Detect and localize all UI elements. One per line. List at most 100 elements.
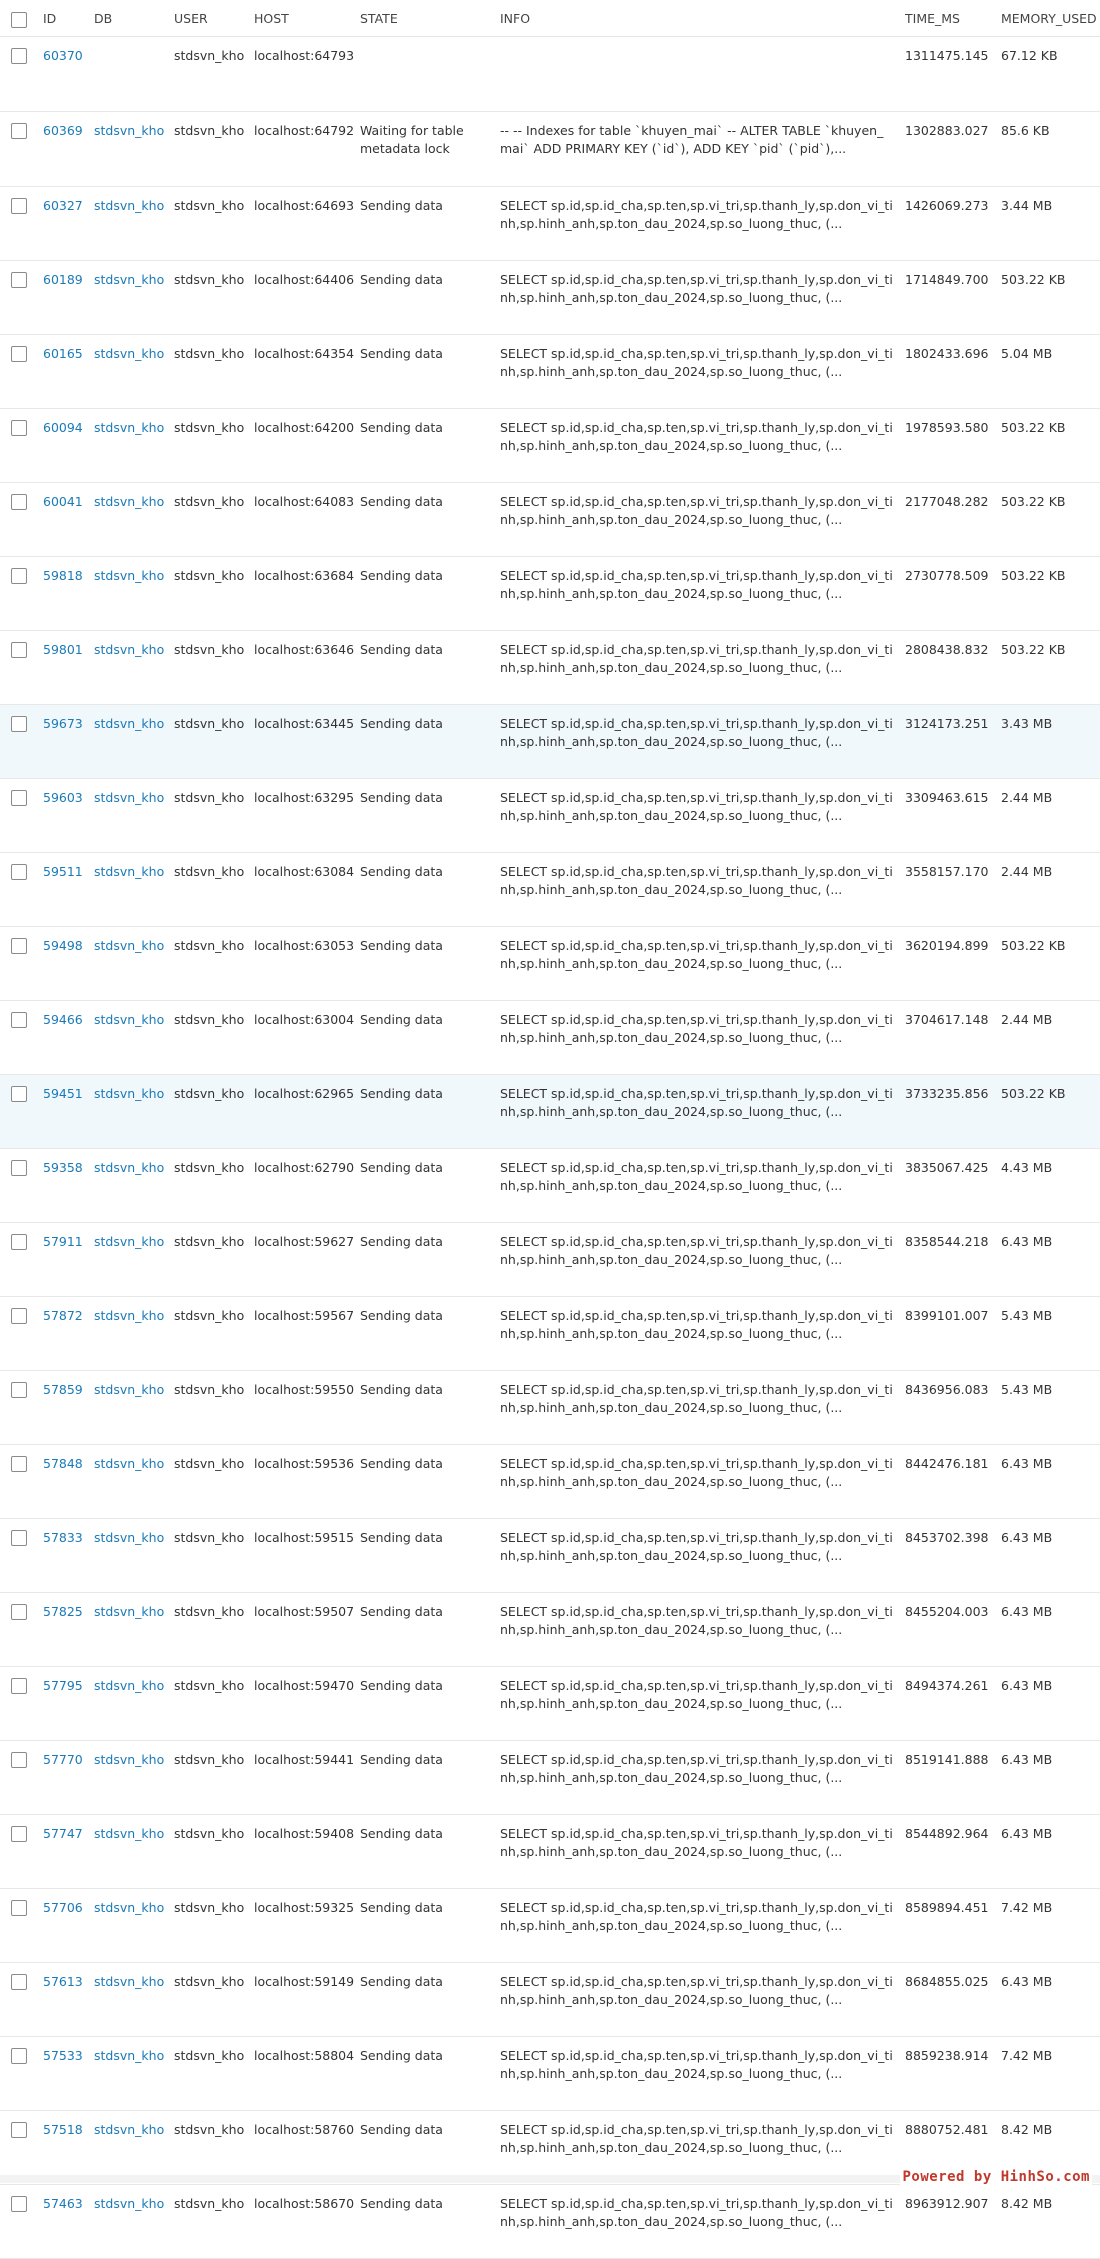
row-checkbox[interactable] — [11, 937, 27, 954]
db-link[interactable]: stdsvn_kho — [94, 1086, 164, 1101]
row-checkbox[interactable] — [11, 1085, 27, 1102]
table-row[interactable]: 57833 stdsvn_kho stdsvn_kho localhost:59515… — [0, 1518, 1100, 1592]
process-id-link[interactable]: 60165 — [43, 346, 83, 361]
db-link[interactable]: stdsvn_kho — [94, 1974, 164, 1989]
process-id-link[interactable]: 60370 — [43, 48, 83, 63]
db-link[interactable]: stdsvn_kho — [94, 272, 164, 287]
row-checkbox[interactable] — [11, 1899, 27, 1916]
table-row[interactable]: 60327 stdsvn_kho stdsvn_kho localhost:64693… — [0, 186, 1100, 260]
table-row[interactable]: 59451 stdsvn_kho stdsvn_kho localhost:62965… — [0, 1074, 1100, 1148]
row-checkbox[interactable] — [11, 715, 27, 732]
table-row[interactable]: 57533 stdsvn_kho stdsvn_kho localhost:58804… — [0, 2036, 1100, 2110]
row-checkbox[interactable] — [11, 1603, 27, 1620]
process-id-link[interactable]: 60369 — [43, 123, 83, 138]
db-link[interactable]: stdsvn_kho — [94, 864, 164, 879]
row-checkbox[interactable] — [11, 1677, 27, 1694]
table-row[interactable]: 57747 stdsvn_kho stdsvn_kho localhost:59408… — [0, 1814, 1100, 1888]
column-header-time[interactable]: TIME_MS — [905, 0, 995, 37]
row-checkbox[interactable] — [11, 1529, 27, 1546]
process-id-link[interactable]: 57533 — [43, 2048, 83, 2063]
column-header-user[interactable]: USER — [174, 0, 254, 37]
row-checkbox[interactable] — [11, 271, 27, 288]
process-id-link[interactable]: 57911 — [43, 1234, 83, 1249]
row-checkbox[interactable] — [11, 2121, 27, 2138]
row-checkbox[interactable] — [11, 1307, 27, 1324]
db-link[interactable]: stdsvn_kho — [94, 2196, 164, 2211]
process-id-link[interactable]: 60041 — [43, 494, 83, 509]
db-link[interactable]: stdsvn_kho — [94, 494, 164, 509]
table-row[interactable]: 57770 stdsvn_kho stdsvn_kho localhost:59441… — [0, 1740, 1100, 1814]
process-id-link[interactable]: 59451 — [43, 1086, 83, 1101]
db-link[interactable]: stdsvn_kho — [94, 1530, 164, 1545]
column-header-id[interactable]: ID — [43, 0, 94, 37]
process-id-link[interactable]: 59818 — [43, 568, 83, 583]
table-row[interactable]: 59603 stdsvn_kho stdsvn_kho localhost:63295… — [0, 778, 1100, 852]
table-row[interactable]: 57613 stdsvn_kho stdsvn_kho localhost:59149… — [0, 1962, 1100, 2036]
db-link[interactable]: stdsvn_kho — [94, 2122, 164, 2137]
table-row[interactable]: 60165 stdsvn_kho stdsvn_kho localhost:64354… — [0, 334, 1100, 408]
process-id-link[interactable]: 57795 — [43, 1678, 83, 1693]
column-header-info[interactable]: INFO — [500, 0, 905, 37]
column-header-host[interactable]: HOST — [254, 0, 360, 37]
table-row[interactable]: 59801 stdsvn_kho stdsvn_kho localhost:63646… — [0, 630, 1100, 704]
row-checkbox[interactable] — [11, 1159, 27, 1176]
row-checkbox[interactable] — [11, 1455, 27, 1472]
process-id-link[interactable]: 59511 — [43, 864, 83, 879]
table-row[interactable]: 60370 stdsvn_kho localhost:64793 1311475.14… — [0, 36, 1100, 111]
db-link[interactable]: stdsvn_kho — [94, 1456, 164, 1471]
row-checkbox[interactable] — [11, 345, 27, 362]
table-row[interactable]: 57859 stdsvn_kho stdsvn_kho localhost:59550… — [0, 1370, 1100, 1444]
row-checkbox[interactable] — [11, 789, 27, 806]
row-checkbox[interactable] — [11, 47, 27, 64]
process-id-link[interactable]: 57825 — [43, 1604, 83, 1619]
row-checkbox[interactable] — [11, 1011, 27, 1028]
db-link[interactable]: stdsvn_kho — [94, 1900, 164, 1915]
db-link[interactable]: stdsvn_kho — [94, 568, 164, 583]
process-id-link[interactable]: 57872 — [43, 1308, 83, 1323]
process-id-link[interactable]: 59801 — [43, 642, 83, 657]
process-id-link[interactable]: 59603 — [43, 790, 83, 805]
row-checkbox[interactable] — [11, 1233, 27, 1250]
db-link[interactable]: stdsvn_kho — [94, 790, 164, 805]
process-id-link[interactable]: 59498 — [43, 938, 83, 953]
process-id-link[interactable]: 60189 — [43, 272, 83, 287]
table-row[interactable]: 60041 stdsvn_kho stdsvn_kho localhost:64083… — [0, 482, 1100, 556]
db-link[interactable]: stdsvn_kho — [94, 1012, 164, 1027]
table-row[interactable]: 59673 stdsvn_kho stdsvn_kho localhost:63445… — [0, 704, 1100, 778]
process-id-link[interactable]: 57463 — [43, 2196, 83, 2211]
db-link[interactable]: stdsvn_kho — [94, 716, 164, 731]
row-checkbox[interactable] — [11, 1825, 27, 1842]
column-header-state[interactable]: STATE — [360, 0, 500, 37]
table-row[interactable]: 57825 stdsvn_kho stdsvn_kho localhost:59507… — [0, 1592, 1100, 1666]
table-row[interactable]: 57872 stdsvn_kho stdsvn_kho localhost:59567… — [0, 1296, 1100, 1370]
row-checkbox[interactable] — [11, 1973, 27, 1990]
process-id-link[interactable]: 60094 — [43, 420, 83, 435]
row-checkbox[interactable] — [11, 419, 27, 436]
process-id-link[interactable]: 57859 — [43, 1382, 83, 1397]
row-checkbox[interactable] — [11, 493, 27, 510]
select-all-checkbox[interactable] — [11, 12, 27, 28]
table-row[interactable]: 59466 stdsvn_kho stdsvn_kho localhost:63004… — [0, 1000, 1100, 1074]
column-header-memory[interactable]: MEMORY_USED — [995, 0, 1100, 37]
process-id-link[interactable]: 59466 — [43, 1012, 83, 1027]
db-link[interactable]: stdsvn_kho — [94, 123, 164, 138]
table-row[interactable]: 57706 stdsvn_kho stdsvn_kho localhost:59325… — [0, 1888, 1100, 1962]
db-link[interactable]: stdsvn_kho — [94, 1382, 164, 1397]
table-row[interactable]: 57911 stdsvn_kho stdsvn_kho localhost:59627… — [0, 1222, 1100, 1296]
process-id-link[interactable]: 59673 — [43, 716, 83, 731]
db-link[interactable]: stdsvn_kho — [94, 938, 164, 953]
table-row[interactable]: 59498 stdsvn_kho stdsvn_kho localhost:63053… — [0, 926, 1100, 1000]
db-link[interactable]: stdsvn_kho — [94, 420, 164, 435]
db-link[interactable]: stdsvn_kho — [94, 1752, 164, 1767]
process-id-link[interactable]: 57833 — [43, 1530, 83, 1545]
db-link[interactable]: stdsvn_kho — [94, 1234, 164, 1249]
table-row[interactable]: 59358 stdsvn_kho stdsvn_kho localhost:62790… — [0, 1148, 1100, 1222]
db-link[interactable]: stdsvn_kho — [94, 1160, 164, 1175]
table-row[interactable]: 59511 stdsvn_kho stdsvn_kho localhost:63084… — [0, 852, 1100, 926]
db-link[interactable]: stdsvn_kho — [94, 1826, 164, 1841]
table-row[interactable]: 60189 stdsvn_kho stdsvn_kho localhost:64406… — [0, 260, 1100, 334]
row-checkbox[interactable] — [11, 1381, 27, 1398]
row-checkbox[interactable] — [11, 2195, 27, 2212]
column-header-db[interactable]: DB — [94, 0, 174, 37]
row-checkbox[interactable] — [11, 567, 27, 584]
